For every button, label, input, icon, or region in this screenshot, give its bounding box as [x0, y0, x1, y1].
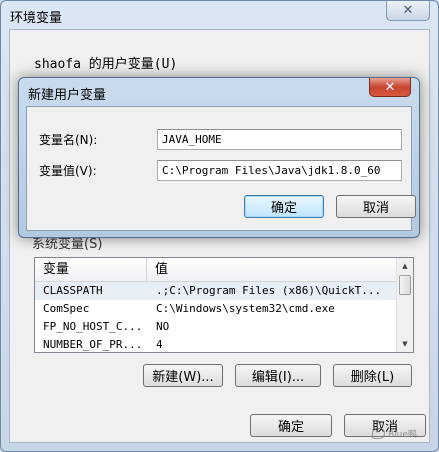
- list-header: 变量 值: [35, 258, 397, 282]
- row-name: FP_NO_HOST_C...: [43, 320, 143, 333]
- scroll-up-icon[interactable]: ▲: [397, 258, 413, 274]
- dialog-ok-button[interactable]: 确定: [244, 195, 324, 218]
- dialog-title: 新建用户变量: [28, 88, 107, 103]
- variable-value-input[interactable]: C:\Program Files\Java\jdk1.8.0_60: [157, 160, 402, 181]
- table-row[interactable]: CLASSPATH .;C:\Program Files (x86)\Quick…: [35, 282, 397, 300]
- close-icon[interactable]: ✕: [386, 1, 430, 21]
- table-row[interactable]: FP_NO_HOST_C... NO: [35, 318, 397, 336]
- variable-value-label: 变量值(V):: [39, 164, 97, 178]
- user-variables-label: shaofa 的用户变量(U): [34, 57, 178, 72]
- ok-button[interactable]: 确定: [250, 414, 332, 437]
- column-header-variable[interactable]: 变量: [35, 258, 147, 282]
- window-title: 环境变量: [10, 11, 63, 26]
- dialog-body: 变量名(N): JAVA_HOME 变量值(V): C:\Program Fil…: [26, 106, 416, 231]
- system-variables-list[interactable]: 变量 值 CLASSPATH .;C:\Program Files (x86)\…: [34, 257, 414, 353]
- row-value: 4: [156, 338, 163, 351]
- table-row[interactable]: ComSpec C:\Windows\system32\cmd.exe: [35, 300, 397, 318]
- row-value: C:\Windows\system32\cmd.exe: [156, 302, 335, 315]
- row-name: ComSpec: [43, 302, 90, 315]
- scroll-thumb[interactable]: [399, 275, 411, 295]
- row-value: .;C:\Program Files (x86)\QuickT...: [156, 284, 382, 297]
- list-rows: CLASSPATH .;C:\Program Files (x86)\Quick…: [35, 282, 397, 352]
- delete-system-variable-button[interactable]: 删除(L): [333, 364, 412, 387]
- variable-name-input[interactable]: JAVA_HOME: [157, 129, 402, 150]
- edit-system-variable-button[interactable]: 编辑(I)...: [235, 364, 321, 387]
- row-name: NUMBER_OF_PR...: [43, 338, 143, 351]
- new-system-variable-button[interactable]: 新建(W)...: [143, 364, 223, 387]
- table-row[interactable]: NUMBER_OF_PR... 4: [35, 336, 397, 352]
- watermark: Blue鸭: [372, 427, 417, 440]
- row-name: CLASSPATH: [43, 284, 103, 297]
- scroll-down-icon[interactable]: ▼: [397, 336, 413, 352]
- close-icon[interactable]: ✕: [369, 78, 411, 97]
- vertical-scrollbar[interactable]: ▲ ▼: [396, 258, 413, 352]
- row-value: NO: [156, 320, 170, 333]
- new-user-variable-dialog: 新建用户变量 ✕ 变量名(N): JAVA_HOME 变量值(V): C:\Pr…: [18, 77, 420, 238]
- dialog-cancel-button[interactable]: 取消: [336, 195, 416, 218]
- watermark-text: Blue鸭: [388, 430, 417, 440]
- variable-name-label: 变量名(N):: [39, 133, 98, 147]
- chat-bubble-icon: [372, 428, 385, 439]
- column-header-value[interactable]: 值: [147, 258, 397, 282]
